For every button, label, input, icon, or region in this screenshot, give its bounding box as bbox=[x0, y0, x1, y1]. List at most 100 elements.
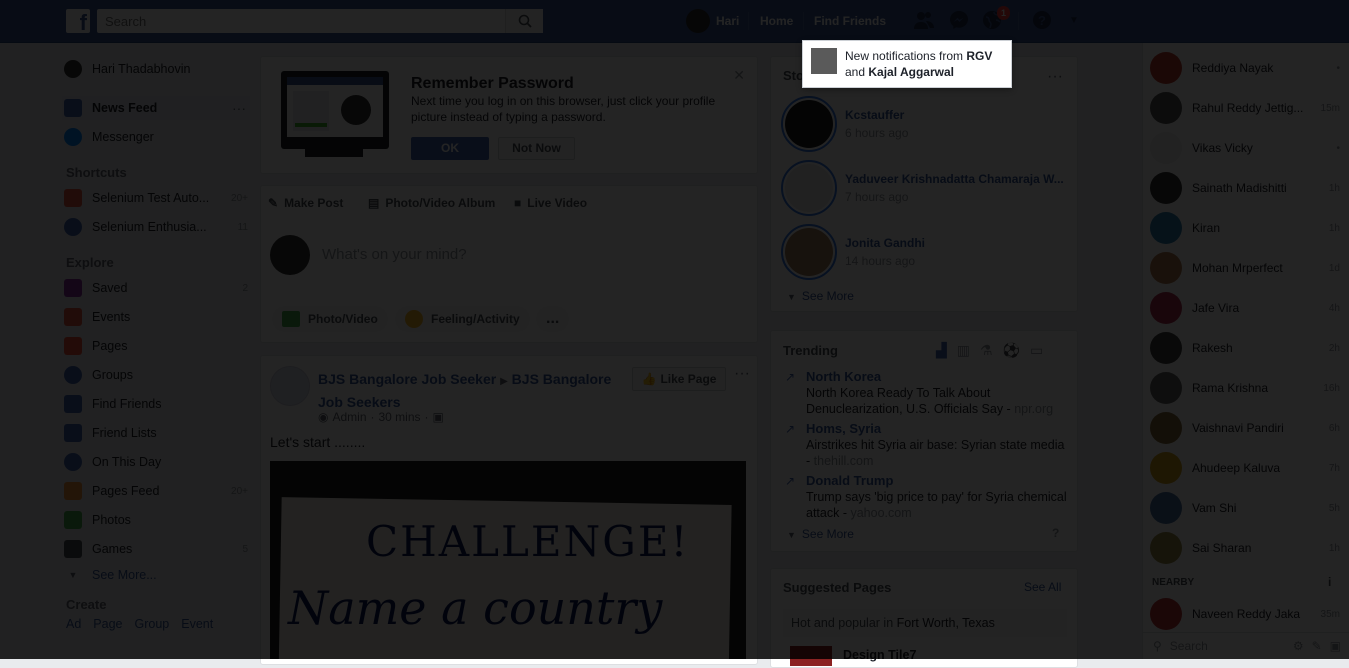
notification-joiner: and bbox=[845, 65, 866, 79]
sidebar-item-games[interactable]: Games 5 bbox=[64, 537, 248, 561]
science-flask-icon[interactable]: ⚗ bbox=[980, 342, 993, 359]
stories-see-more-link[interactable]: ▼ See More bbox=[787, 289, 854, 303]
chat-contact[interactable]: Kiran 1h bbox=[1150, 208, 1340, 248]
chat-contact[interactable]: Rakesh 2h bbox=[1150, 328, 1340, 368]
post-timestamp[interactable]: 30 mins bbox=[379, 410, 421, 424]
sidebar-item-label: Hari Thadabhovin bbox=[92, 62, 191, 76]
post-options-icon[interactable]: ··· bbox=[734, 365, 750, 383]
sidebar-see-more-link[interactable]: ▼ See More... bbox=[64, 563, 248, 587]
sidebar-item-find-friends[interactable]: Find Friends bbox=[64, 392, 248, 416]
contact-name: Rakesh bbox=[1192, 341, 1233, 355]
sidebar-item-label: Games bbox=[92, 542, 133, 556]
nav-find-friends-link[interactable]: Find Friends bbox=[814, 14, 886, 28]
feeling-activity-button[interactable]: Feeling/Activity bbox=[395, 306, 530, 332]
chat-contact[interactable]: Rahul Reddy Jettig... 15m bbox=[1150, 88, 1340, 128]
entertainment-icon[interactable]: ▭ bbox=[1030, 342, 1043, 359]
post-author-link[interactable]: BJS Bangalore Job Seeker bbox=[318, 371, 496, 387]
location-link[interactable]: Fort Worth, Texas bbox=[897, 616, 995, 630]
search-input[interactable] bbox=[97, 9, 543, 33]
gear-icon[interactable]: ⚙ bbox=[1293, 639, 1304, 653]
sidebar-item-shortcut[interactable]: Selenium Enthusia... 11 bbox=[64, 215, 248, 239]
trending-item[interactable]: Homs, Syria Airstrikes hit Syria air bas… bbox=[806, 421, 1068, 469]
trending-category-tabs: ▟ ▥ ⚗ ⚽ ▭ bbox=[936, 342, 1043, 359]
stories-options-icon[interactable]: ··· bbox=[1047, 68, 1063, 86]
avatar bbox=[1150, 598, 1182, 630]
create-group-link[interactable]: Group bbox=[135, 617, 170, 631]
chat-contact-nearby[interactable]: Naveen Reddy Jaka 35m bbox=[1150, 594, 1340, 634]
trending-desc: Airstrikes hit Syria air base: Syrian st… bbox=[806, 438, 1065, 452]
story-item[interactable]: Yaduveer Krishnadatta Chamaraja W... 7 ho… bbox=[781, 160, 1064, 216]
video-camera-icon: ■ bbox=[514, 196, 522, 210]
sidebar-item-photos[interactable]: Photos bbox=[64, 508, 248, 532]
create-page-link[interactable]: Page bbox=[93, 617, 122, 631]
more-options-icon[interactable]: ... bbox=[536, 306, 570, 332]
story-item[interactable]: Kcstauffer 6 hours ago bbox=[781, 96, 908, 152]
chat-contact[interactable]: Vam Shi 5h bbox=[1150, 488, 1340, 528]
sidebar-item-on-this-day[interactable]: On This Day bbox=[64, 450, 248, 474]
status-input[interactable]: What's on your mind? bbox=[322, 246, 467, 263]
sports-ball-icon[interactable]: ⚽ bbox=[1003, 342, 1020, 359]
messages-icon[interactable] bbox=[947, 10, 971, 32]
trending-top-icon[interactable]: ▟ bbox=[936, 342, 947, 359]
create-ad-link[interactable]: Ad bbox=[66, 617, 81, 631]
sidebar-item-events[interactable]: Events bbox=[64, 305, 248, 329]
contact-time: 2h bbox=[1328, 342, 1340, 354]
photo-video-button[interactable]: Photo/Video bbox=[272, 306, 388, 332]
sidebar-item-friend-lists[interactable]: Friend Lists bbox=[64, 421, 248, 445]
tab-make-post[interactable]: ✎ Make Post bbox=[268, 196, 343, 210]
sidebar-item-shortcut[interactable]: Selenium Test Auto... 20+ bbox=[64, 186, 248, 210]
sidebar-item-messenger[interactable]: Messenger bbox=[64, 125, 248, 149]
bookmark-icon bbox=[64, 279, 82, 297]
sidebar-item-pages-feed[interactable]: Pages Feed 20+ bbox=[64, 479, 248, 503]
chat-contact[interactable]: Sai Sharan 1h bbox=[1150, 528, 1340, 568]
sidebar-item-news-feed[interactable]: News Feed ··· bbox=[62, 96, 250, 120]
new-message-icon[interactable]: ✎ bbox=[1312, 639, 1322, 653]
nav-profile-link[interactable]: Hari bbox=[686, 9, 739, 33]
quick-help-icon[interactable]: ? bbox=[1030, 10, 1054, 32]
notification-popup[interactable]: New notifications from RGV and Kajal Agg… bbox=[802, 40, 1012, 88]
politics-building-icon[interactable]: ▥ bbox=[957, 342, 970, 359]
close-icon[interactable]: ✕ bbox=[733, 67, 745, 84]
remember-not-now-button[interactable]: Not Now bbox=[498, 137, 575, 160]
chat-contact[interactable]: Rama Krishna 16h bbox=[1150, 368, 1340, 408]
tab-photo-video-album[interactable]: ▤ Photo/Video Album bbox=[368, 196, 495, 210]
tab-live-video[interactable]: ■ Live Video bbox=[514, 196, 587, 210]
sidebar-item-label: Pages Feed bbox=[92, 484, 160, 498]
chat-contact[interactable]: Jafe Vira 4h bbox=[1150, 288, 1340, 328]
suggested-see-all-link[interactable]: See All bbox=[1024, 580, 1061, 594]
video-call-icon[interactable]: ▣ bbox=[1330, 639, 1341, 653]
trending-item[interactable]: Donald Trump Trump says 'big price to pa… bbox=[806, 473, 1068, 521]
create-event-link[interactable]: Event bbox=[181, 617, 213, 631]
sidebar-item-label: Pages bbox=[92, 339, 128, 353]
friend-requests-icon[interactable] bbox=[912, 10, 936, 32]
suggested-page-name[interactable]: Design Tile7 bbox=[843, 648, 916, 662]
chat-contact[interactable]: Vaishnavi Pandiri 6h bbox=[1150, 408, 1340, 448]
more-options-icon[interactable]: ··· bbox=[232, 100, 246, 116]
sidebar-item-pages[interactable]: Pages bbox=[64, 334, 248, 358]
trending-see-more-link[interactable]: ▼ See More bbox=[787, 527, 854, 541]
account-menu-chevron-down-icon[interactable]: ▼ bbox=[1062, 10, 1086, 32]
sidebar-item-profile[interactable]: Hari Thadabhovin bbox=[64, 57, 248, 81]
chat-contact[interactable]: Reddiya Nayak • bbox=[1150, 48, 1340, 88]
facebook-logo-icon[interactable]: f bbox=[66, 9, 90, 35]
chat-contact[interactable]: Mohan Mrperfect 1d bbox=[1150, 248, 1340, 288]
like-page-button[interactable]: 👍 Like Page bbox=[632, 367, 726, 391]
post-image[interactable]: CHALLENGE! Name a country bbox=[270, 461, 746, 659]
remember-ok-button[interactable]: OK bbox=[411, 137, 489, 160]
chat-contact[interactable]: Ahudeep Kaluva 7h bbox=[1150, 448, 1340, 488]
page-thumbnail[interactable] bbox=[790, 646, 832, 666]
trending-help-icon[interactable]: ? bbox=[1052, 526, 1059, 540]
chat-contact[interactable]: Sainath Madishitti 1h bbox=[1150, 168, 1340, 208]
chat-search-input[interactable]: Search bbox=[1170, 639, 1208, 653]
nav-home-link[interactable]: Home bbox=[760, 14, 793, 28]
trending-arrow-icon: ↗ bbox=[785, 370, 796, 384]
info-icon[interactable]: i bbox=[1328, 575, 1331, 589]
sidebar-item-groups[interactable]: Groups bbox=[64, 363, 248, 387]
button-label: Feeling/Activity bbox=[431, 312, 520, 326]
sidebar-item-saved[interactable]: Saved 2 bbox=[64, 276, 248, 300]
story-item[interactable]: Jonita Gandhi 14 hours ago bbox=[781, 224, 925, 280]
flask-icon bbox=[64, 189, 82, 207]
chat-contact[interactable]: Vikas Vicky • bbox=[1150, 128, 1340, 168]
search-button[interactable] bbox=[505, 9, 543, 33]
trending-item[interactable]: North Korea North Korea Ready To Talk Ab… bbox=[806, 369, 1068, 417]
